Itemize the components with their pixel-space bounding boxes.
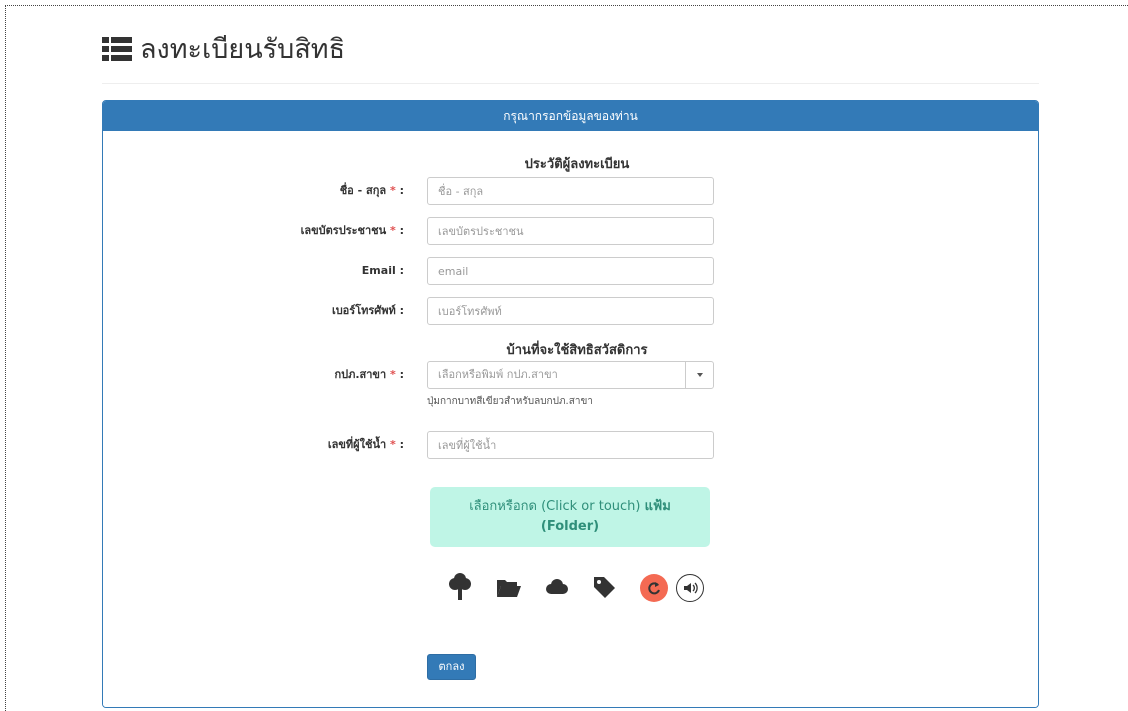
- water-user-no-row: เลขที่ผู้ใช้น้ำ * :: [103, 431, 1038, 459]
- registration-panel: กรุณากรอกข้อมูลของท่าน ประวัติผู้ลงทะเบี…: [102, 100, 1039, 708]
- branch-label: กปภ.สาขา * :: [334, 368, 404, 381]
- water-user-no-input[interactable]: [427, 431, 714, 459]
- folder-upload-dropzone[interactable]: เลือกหรือกด (Click or touch) แฟ้ม (Folde…: [430, 487, 710, 547]
- citizen-id-label: เลขบัตรประชาชน * :: [300, 224, 404, 237]
- branch-row: กปภ.สาขา * : เลือกหรือพิมพ์ กปภ.สาขา ปุ่…: [103, 361, 1038, 411]
- volume-icon: [684, 582, 698, 594]
- phone-input[interactable]: [427, 297, 714, 325]
- email-input[interactable]: [427, 257, 714, 285]
- tag-icon[interactable]: [588, 571, 620, 603]
- tree-icon[interactable]: [444, 571, 476, 603]
- branch-dropdown-toggle[interactable]: [685, 362, 713, 388]
- branch-help-text: ปุ่มกากบาทสีเขียวสำหรับลบกปภ.สาขา: [427, 396, 593, 407]
- upload-line-1: เลือกหรือกด (Click or touch) แฟ้ม: [469, 499, 671, 514]
- page-header: ลงทะเบียนรับสิทธิ: [102, 32, 1039, 84]
- section-title-welfare-house: บ้านที่จะใช้สิทธิสวัสดิการ: [506, 343, 648, 358]
- list-icon: [102, 37, 132, 61]
- branch-select-placeholder: เลือกหรือพิมพ์ กปภ.สาขา: [438, 368, 558, 381]
- full-name-row: ชื่อ - สกุล * :: [103, 177, 1038, 205]
- phone-row: เบอร์โทรศัพท์ :: [103, 297, 1038, 325]
- full-name-input[interactable]: [427, 177, 714, 205]
- citizen-id-row: เลขบัตรประชาชน * :: [103, 217, 1038, 245]
- panel-body: ประวัติผู้ลงทะเบียน ชื่อ - สกุล * : เลขบ…: [103, 131, 1038, 707]
- caret-down-icon: [697, 373, 703, 377]
- refresh-button[interactable]: [640, 574, 668, 602]
- email-label: Email :: [361, 264, 404, 277]
- submit-button[interactable]: ตกลง: [427, 654, 476, 680]
- branch-select[interactable]: เลือกหรือพิมพ์ กปภ.สาขา: [427, 361, 714, 389]
- water-user-no-label: เลขที่ผู้ใช้น้ำ * :: [327, 438, 404, 451]
- citizen-id-input[interactable]: [427, 217, 714, 245]
- page-title: ลงทะเบียนรับสิทธิ: [140, 34, 346, 65]
- folder-open-icon[interactable]: [492, 571, 524, 603]
- sound-button[interactable]: [676, 574, 704, 602]
- refresh-icon: [648, 582, 660, 595]
- email-row: Email :: [103, 257, 1038, 285]
- phone-label: เบอร์โทรศัพท์ :: [331, 304, 404, 317]
- panel-heading: กรุณากรอกข้อมูลของท่าน: [103, 101, 1038, 131]
- tool-icon-bar: [444, 571, 714, 607]
- full-name-label: ชื่อ - สกุล * :: [339, 184, 404, 197]
- cloud-icon[interactable]: [540, 571, 572, 603]
- upload-line-2: (Folder): [540, 519, 600, 534]
- section-title-registrant: ประวัติผู้ลงทะเบียน: [524, 157, 630, 172]
